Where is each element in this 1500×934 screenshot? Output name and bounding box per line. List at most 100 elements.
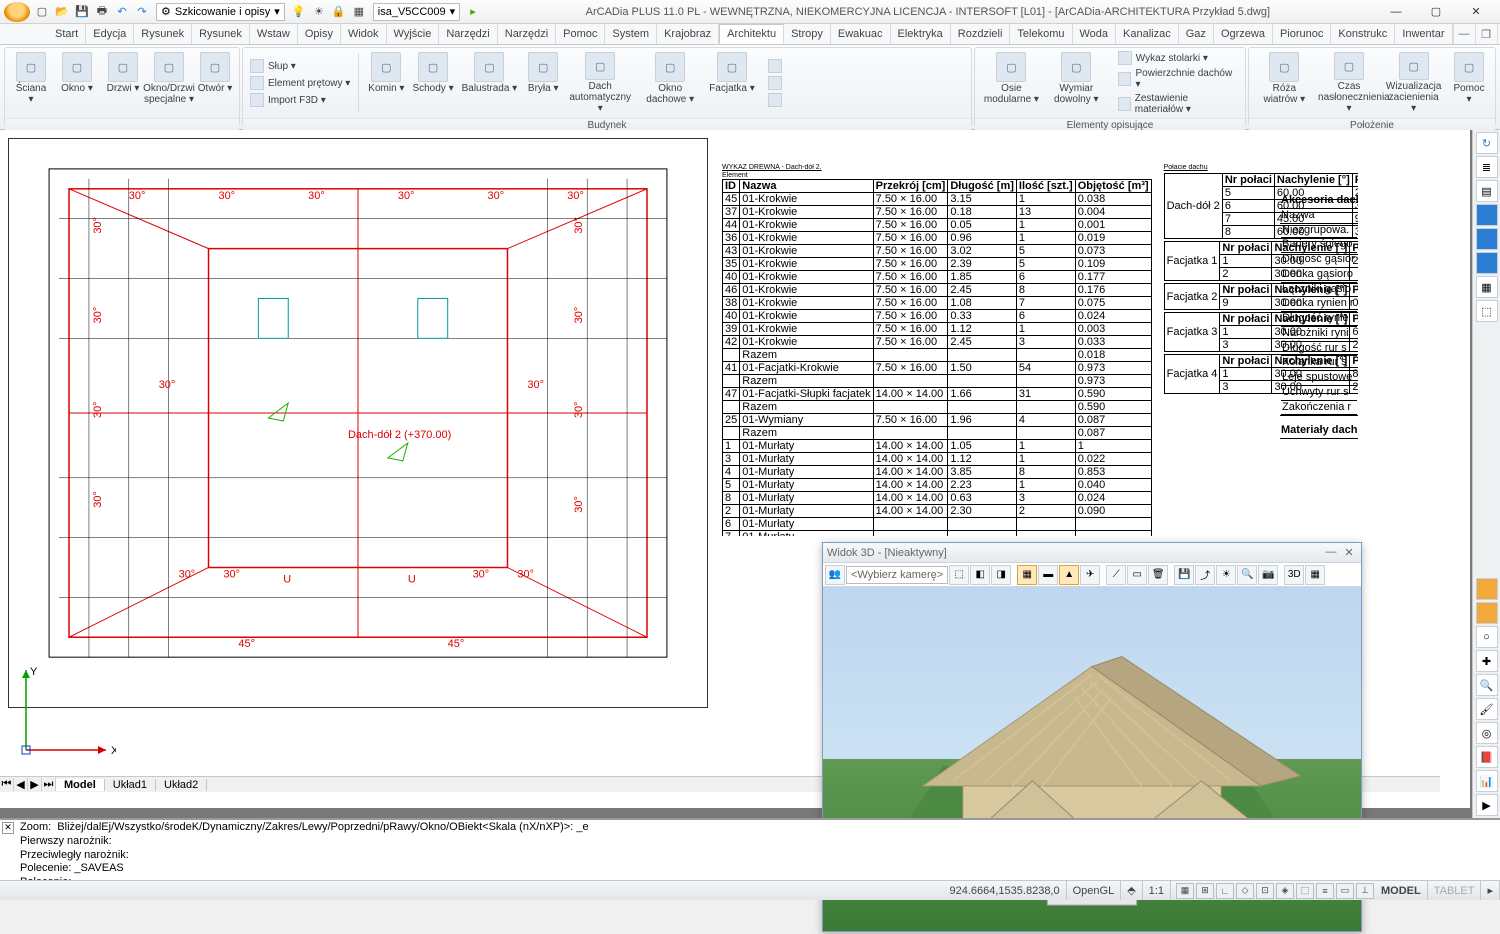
v3-3d-icon[interactable]: 3D — [1284, 565, 1304, 585]
tab-first-icon[interactable]: ⏮ — [0, 778, 14, 791]
rs-plus-icon[interactable]: ✚ — [1476, 650, 1498, 672]
tab-kanalizac[interactable]: Kanalizac — [1116, 24, 1179, 44]
cmd-close-icon[interactable]: ✕ — [2, 822, 14, 834]
wall-small-button2[interactable] — [765, 75, 785, 91]
v3-cam-icon[interactable]: 📷 — [1258, 565, 1278, 585]
wall-small-button[interactable] — [765, 58, 785, 74]
tab-elektryka[interactable]: Elektryka — [891, 24, 951, 44]
schody-button[interactable]: ▢Schody ▾ — [408, 50, 457, 116]
view3d-close-icon[interactable]: ✕ — [1341, 546, 1357, 559]
snap-2[interactable]: ⊞ — [1196, 883, 1214, 899]
model-toggle[interactable]: MODEL — [1375, 881, 1428, 900]
balustrada-button[interactable]: ▢Balustrada ▾ — [458, 50, 522, 116]
qnew-icon[interactable]: ▢ — [34, 4, 50, 20]
qprint-icon[interactable]: 🖶 — [94, 4, 110, 20]
zestawienie-materia-w-button[interactable]: Zestawienie materiałów ▾ — [1115, 92, 1241, 116]
import-f-d-button[interactable]: Import F3D ▾ — [247, 92, 353, 108]
r-a-wiatr-w-button[interactable]: ▢Róża wiatrów ▾ — [1253, 50, 1316, 116]
v3-plane-icon[interactable]: ✈ — [1080, 565, 1100, 585]
wizualizacja-zacienienia-button[interactable]: ▢Wizualizacja zacienienia ▾ — [1382, 50, 1445, 116]
rs-tree-icon[interactable]: ≣ — [1476, 156, 1498, 178]
komin-button[interactable]: ▢Komin ▾ — [364, 50, 408, 116]
lock-icon[interactable]: 🔒 — [331, 4, 347, 20]
mdi-minimize-icon[interactable]: — — [1453, 24, 1475, 44]
okno-button[interactable]: ▢Okno ▾ — [55, 50, 99, 116]
tab-telekomu[interactable]: Telekomu — [1010, 24, 1072, 44]
wall-small-button3[interactable] — [765, 92, 785, 108]
qredo-icon[interactable]: ↷ — [134, 4, 150, 20]
snap-5[interactable]: ⊡ — [1256, 883, 1274, 899]
v3-find-icon[interactable]: 🔍 — [1237, 565, 1257, 585]
snap-10[interactable]: ⊥ — [1356, 883, 1374, 899]
tab-edycja[interactable]: Edycja — [86, 24, 134, 44]
tab-piorunoc[interactable]: Piorunoc — [1273, 24, 1331, 44]
close-button[interactable]: ✕ — [1456, 1, 1496, 23]
tab-prev-icon[interactable]: ◀ — [14, 778, 28, 791]
view3d-header[interactable]: Widok 3D - [Nieaktywny] — ✕ — [823, 543, 1361, 563]
tab-pomoc[interactable]: Pomoc — [556, 24, 605, 44]
qundo-icon[interactable]: ↶ — [114, 4, 130, 20]
dach-automatyczny-button[interactable]: ▢Dach automatyczny ▾ — [565, 50, 635, 116]
tab-inwentar[interactable]: Inwentar — [1395, 24, 1452, 44]
v3-wire-icon[interactable]: ▦ — [1305, 565, 1325, 585]
tab-rysunek[interactable]: Rysunek — [192, 24, 250, 44]
tablet-toggle[interactable]: TABLET — [1428, 881, 1482, 900]
compass-icon[interactable]: ⬘ — [1121, 881, 1142, 900]
wymiar-dowolny-button[interactable]: ▢Wymiar dowolny ▾ — [1044, 50, 1109, 116]
layer-selector[interactable]: isa_V5CC009▾ — [373, 3, 460, 21]
powierzchnie-dach-w-button[interactable]: Powierzchnie dachów ▾ — [1115, 67, 1241, 91]
rs-color-orange2[interactable] — [1476, 602, 1498, 624]
element-pr-towy-button[interactable]: Element prętowy ▾ — [247, 75, 353, 91]
v3-tool-3[interactable]: ◨ — [991, 565, 1011, 585]
bulb-icon[interactable]: 💡 — [291, 4, 307, 20]
s-up-button[interactable]: Słup ▾ — [247, 58, 353, 74]
layout-tab-układ2[interactable]: Układ2 — [156, 779, 207, 791]
snap-3[interactable]: ∟ — [1216, 883, 1234, 899]
czas-nas-onecznienia-button[interactable]: ▢Czas nasłonecznienia ▾ — [1318, 50, 1381, 116]
tab-woda[interactable]: Woda — [1073, 24, 1117, 44]
tab-wstaw[interactable]: Wstaw — [250, 24, 298, 44]
v3-ruler-icon[interactable]: ⟋ — [1106, 565, 1126, 585]
camera-selector[interactable]: <Wybierz kamerę> — [846, 566, 948, 584]
status-expand-icon[interactable]: ▸ — [1481, 881, 1500, 900]
osie-modularne-button[interactable]: ▢Osie modularne ▾ — [979, 50, 1044, 116]
sun-icon[interactable]: ☀ — [311, 4, 327, 20]
play-icon[interactable]: ▸ — [466, 5, 480, 18]
snap-9[interactable]: ▭ — [1336, 883, 1354, 899]
layout-tab-model[interactable]: Model — [56, 779, 105, 791]
v3-save-icon[interactable]: 💾 — [1174, 565, 1194, 585]
v3-trash-icon[interactable]: 🗑 — [1148, 565, 1168, 585]
tab-konstrukc[interactable]: Konstrukc — [1331, 24, 1395, 44]
snap-6[interactable]: ◈ — [1276, 883, 1294, 899]
v3-export-icon[interactable]: ⤴ — [1195, 565, 1215, 585]
tab-architektu[interactable]: Architektu — [719, 24, 784, 44]
v3-people-icon[interactable]: 👥 — [825, 565, 845, 585]
qsave-icon[interactable]: 💾 — [74, 4, 90, 20]
tab-rysunek[interactable]: Rysunek — [134, 24, 192, 44]
tab-next-icon[interactable]: ▶ — [28, 778, 42, 791]
rs-book-icon[interactable]: 📕 — [1476, 746, 1498, 768]
rs-arrow-icon[interactable]: ▶ — [1476, 794, 1498, 816]
scale-label[interactable]: 1:1 — [1143, 881, 1171, 900]
tab-ewakuac[interactable]: Ewakuac — [831, 24, 891, 44]
snap-4[interactable]: ◇ — [1236, 883, 1254, 899]
view3d-min-icon[interactable]: — — [1323, 546, 1339, 559]
v3-roof-icon[interactable]: ▲ — [1059, 565, 1079, 585]
tab-widok[interactable]: Widok — [341, 24, 387, 44]
rs-refresh-icon[interactable]: ↻ — [1476, 132, 1498, 154]
tab-rozdzieli[interactable]: Rozdzieli — [951, 24, 1011, 44]
rs-brush-icon[interactable]: 🖌 — [1476, 698, 1498, 720]
tab-narzędzi[interactable]: Narzędzi — [439, 24, 497, 44]
v3-wall-icon[interactable]: ▦ — [1017, 565, 1037, 585]
rs-layers-icon[interactable]: ▤ — [1476, 180, 1498, 202]
rs-h1[interactable]: ▦ — [1476, 276, 1498, 298]
tab-wyjście[interactable]: Wyjście — [387, 24, 440, 44]
rs-handle-blue3[interactable] — [1476, 252, 1498, 274]
command-line[interactable]: ✕ Zoom: Bliżej/dalEj/Wszystko/środeK/Dyn… — [0, 818, 1500, 880]
rs-color-orange[interactable] — [1476, 578, 1498, 600]
maximize-button[interactable]: ▢ — [1416, 1, 1456, 23]
tab-gaz[interactable]: Gaz — [1179, 24, 1214, 44]
snap-7[interactable]: ⬚ — [1296, 883, 1314, 899]
tab-narzędzi[interactable]: Narzędzi — [498, 24, 556, 44]
tab-stropy[interactable]: Stropy — [784, 24, 831, 44]
